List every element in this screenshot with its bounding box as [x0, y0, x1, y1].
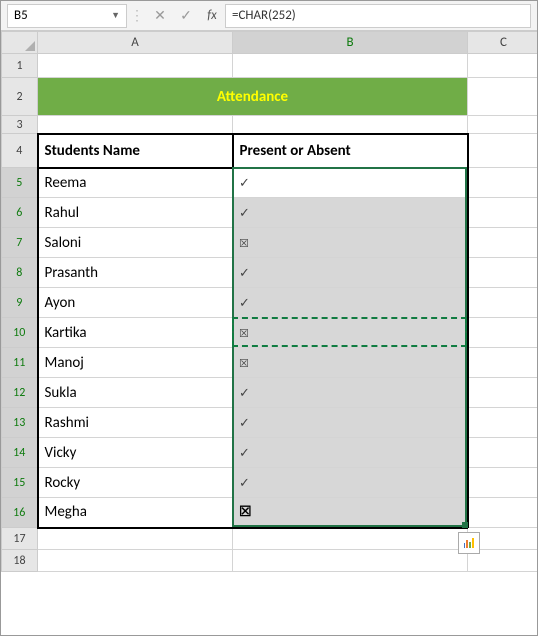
grid-area: A B C 1 2 Attendance 3 4 Students Name P… [1, 31, 537, 637]
row-header[interactable]: 6 [2, 198, 38, 228]
attendance-cell[interactable]: ✓ [233, 408, 468, 438]
student-name-cell[interactable]: Reema [38, 168, 233, 198]
col-header-A[interactable]: A [38, 32, 233, 54]
cell[interactable] [468, 54, 538, 78]
row-header[interactable]: 16 [2, 498, 38, 528]
row-header[interactable]: 7 [2, 228, 38, 258]
cross-icon: ☒ [239, 237, 249, 250]
cell[interactable] [468, 378, 538, 408]
check-icon: ✓ [239, 176, 250, 191]
check-icon: ✓ [239, 266, 250, 281]
col-header-C[interactable]: C [468, 32, 538, 54]
student-name-cell[interactable]: Rahul [38, 198, 233, 228]
check-icon: ✓ [239, 206, 250, 221]
check-icon: ✓ [239, 416, 250, 431]
separator: ⋮ [127, 7, 147, 24]
student-name-cell[interactable]: Ayon [38, 288, 233, 318]
header-present[interactable]: Present or Absent [233, 134, 468, 168]
attendance-cell[interactable]: ☒ [233, 228, 468, 258]
cell[interactable] [468, 438, 538, 468]
cell[interactable] [233, 116, 468, 134]
check-icon: ✓ [239, 476, 250, 491]
row-header[interactable]: 18 [2, 550, 38, 572]
cross-icon: ☒ [239, 357, 249, 370]
attendance-cell[interactable]: ✓ [233, 198, 468, 228]
student-name-cell[interactable]: Sukla [38, 378, 233, 408]
row-header[interactable]: 8 [2, 258, 38, 288]
attendance-cell[interactable]: ✓ [233, 468, 468, 498]
attendance-cell[interactable]: ☒ [233, 498, 468, 528]
row-header[interactable]: 3 [2, 116, 38, 134]
col-header-B[interactable]: B [233, 32, 468, 54]
cell[interactable] [38, 54, 233, 78]
student-name-cell[interactable]: Rashmi [38, 408, 233, 438]
student-name-cell[interactable]: Prasanth [38, 258, 233, 288]
row-header[interactable]: 2 [2, 78, 38, 116]
cross-icon: ☒ [239, 327, 249, 340]
student-name-cell[interactable]: Saloni [38, 228, 233, 258]
spreadsheet-grid[interactable]: A B C 1 2 Attendance 3 4 Students Name P… [1, 31, 537, 572]
row-header[interactable]: 14 [2, 438, 38, 468]
cross-icon: ☒ [239, 503, 252, 520]
cell[interactable] [468, 116, 538, 134]
formula-input[interactable]: =CHAR(252) [225, 4, 531, 28]
row-header[interactable]: 4 [2, 134, 38, 168]
attendance-cell[interactable]: ✓ [233, 438, 468, 468]
row-header[interactable]: 10 [2, 318, 38, 348]
attendance-cell[interactable]: ✓ [233, 378, 468, 408]
paste-options-button[interactable] [458, 532, 480, 554]
cell[interactable] [468, 318, 538, 348]
student-name-cell[interactable]: Kartika [38, 318, 233, 348]
row-header[interactable]: 5 [2, 168, 38, 198]
cell[interactable] [468, 498, 538, 528]
attendance-cell[interactable]: ✓ [233, 258, 468, 288]
row-header[interactable]: 11 [2, 348, 38, 378]
attendance-cell[interactable]: ✓ [233, 168, 468, 198]
name-box-value: B5 [14, 8, 28, 23]
student-name-cell[interactable]: Rocky [38, 468, 233, 498]
cell[interactable] [468, 288, 538, 318]
cell[interactable] [468, 258, 538, 288]
row-header[interactable]: 1 [2, 54, 38, 78]
check-icon: ✓ [239, 446, 250, 461]
name-box[interactable]: B5 ▼ [7, 4, 127, 28]
cell[interactable] [468, 168, 538, 198]
cell[interactable] [468, 468, 538, 498]
attendance-cell[interactable]: ☒ [233, 318, 468, 348]
student-name-cell[interactable]: Manoj [38, 348, 233, 378]
cell[interactable] [38, 550, 233, 572]
attendance-cell[interactable]: ☒ [233, 348, 468, 378]
chart-icon [464, 538, 474, 548]
cell[interactable] [468, 78, 538, 116]
fx-icon[interactable]: fx [199, 4, 225, 28]
enter-icon[interactable]: ✓ [173, 4, 199, 28]
cell[interactable] [468, 198, 538, 228]
check-icon: ✓ [239, 386, 250, 401]
cell[interactable] [233, 54, 468, 78]
student-name-cell[interactable]: Megha [38, 498, 233, 528]
select-all-corner[interactable] [2, 32, 38, 54]
cell[interactable] [233, 550, 468, 572]
formula-bar-row: B5 ▼ ⋮ ✕ ✓ fx =CHAR(252) [1, 1, 537, 31]
cell[interactable] [468, 408, 538, 438]
cancel-icon[interactable]: ✕ [147, 4, 173, 28]
row-header[interactable]: 12 [2, 378, 38, 408]
cell[interactable] [38, 116, 233, 134]
cell[interactable] [468, 228, 538, 258]
row-header[interactable]: 17 [2, 528, 38, 550]
row-header[interactable]: 15 [2, 468, 38, 498]
header-students[interactable]: Students Name [38, 134, 233, 168]
chevron-down-icon[interactable]: ▼ [111, 10, 120, 21]
attendance-cell[interactable]: ✓ [233, 288, 468, 318]
cell[interactable] [233, 528, 468, 550]
row-header[interactable]: 13 [2, 408, 38, 438]
check-icon: ✓ [239, 296, 250, 311]
row-header[interactable]: 9 [2, 288, 38, 318]
formula-text: =CHAR(252) [232, 8, 296, 23]
cell[interactable] [38, 528, 233, 550]
cell[interactable] [468, 348, 538, 378]
student-name-cell[interactable]: Vicky [38, 438, 233, 468]
cell[interactable] [468, 134, 538, 168]
title-cell[interactable]: Attendance [38, 78, 468, 116]
